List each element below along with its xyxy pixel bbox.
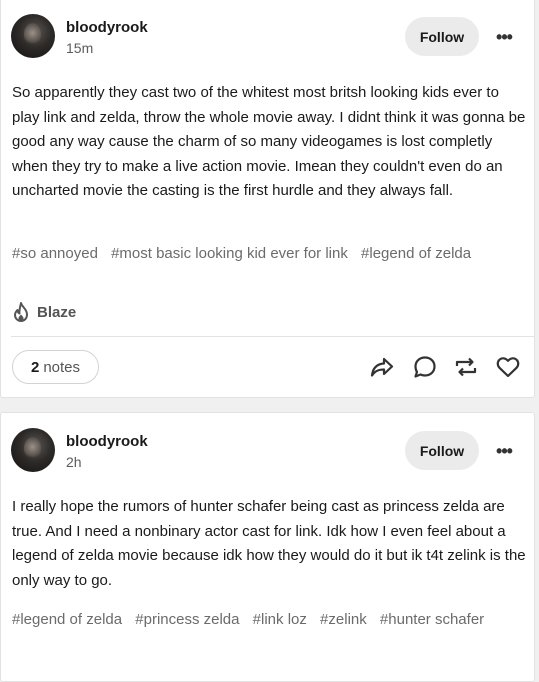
post-timestamp[interactable]: 15m [66, 40, 93, 56]
tag-link[interactable]: #zelink [320, 608, 367, 632]
follow-button[interactable]: Follow [405, 431, 479, 470]
post-tags: #legend of zelda #princess zelda #link l… [12, 608, 527, 632]
post-body-text: I really hope the rumors of hunter schaf… [12, 498, 526, 589]
follow-button[interactable]: Follow [405, 17, 479, 56]
notes-count: 2 [30, 358, 40, 376]
like-icon[interactable] [495, 354, 521, 380]
post-tags: #so annoyed #most basic looking kid ever… [12, 242, 527, 266]
reblog-icon[interactable] [453, 354, 479, 380]
flame-icon [11, 301, 31, 323]
tag-link[interactable]: #legend of zelda [12, 608, 122, 632]
post-username[interactable]: bloodyrook [66, 19, 148, 36]
more-options-icon[interactable]: ••• [491, 27, 517, 47]
divider [11, 336, 534, 337]
reply-icon[interactable] [412, 354, 438, 380]
tag-link[interactable]: #legend of zelda [361, 242, 471, 266]
avatar[interactable] [11, 428, 55, 472]
tag-link[interactable]: #so annoyed [12, 242, 98, 266]
more-options-icon[interactable]: ••• [491, 441, 517, 461]
notes-button[interactable]: 2 notes [12, 350, 99, 384]
tag-link[interactable]: #most basic looking kid ever for link [111, 242, 348, 266]
post-card: bloodyrook 2h Follow ••• I really hope t… [0, 412, 535, 682]
post-username[interactable]: bloodyrook [66, 433, 148, 450]
post-timestamp[interactable]: 2h [66, 454, 82, 470]
post-body-text: So apparently they cast two of the white… [12, 84, 526, 199]
tag-link[interactable]: #link loz [253, 608, 307, 632]
post-card: bloodyrook 15m Follow ••• So apparently … [0, 0, 535, 398]
share-icon[interactable] [369, 354, 395, 380]
avatar[interactable] [11, 14, 55, 58]
notes-label: notes [43, 358, 81, 376]
tag-link[interactable]: #princess zelda [135, 608, 239, 632]
blaze-label: Blaze [37, 303, 77, 321]
tag-link[interactable]: #hunter schafer [380, 608, 484, 632]
blaze-button[interactable]: Blaze [11, 300, 76, 324]
